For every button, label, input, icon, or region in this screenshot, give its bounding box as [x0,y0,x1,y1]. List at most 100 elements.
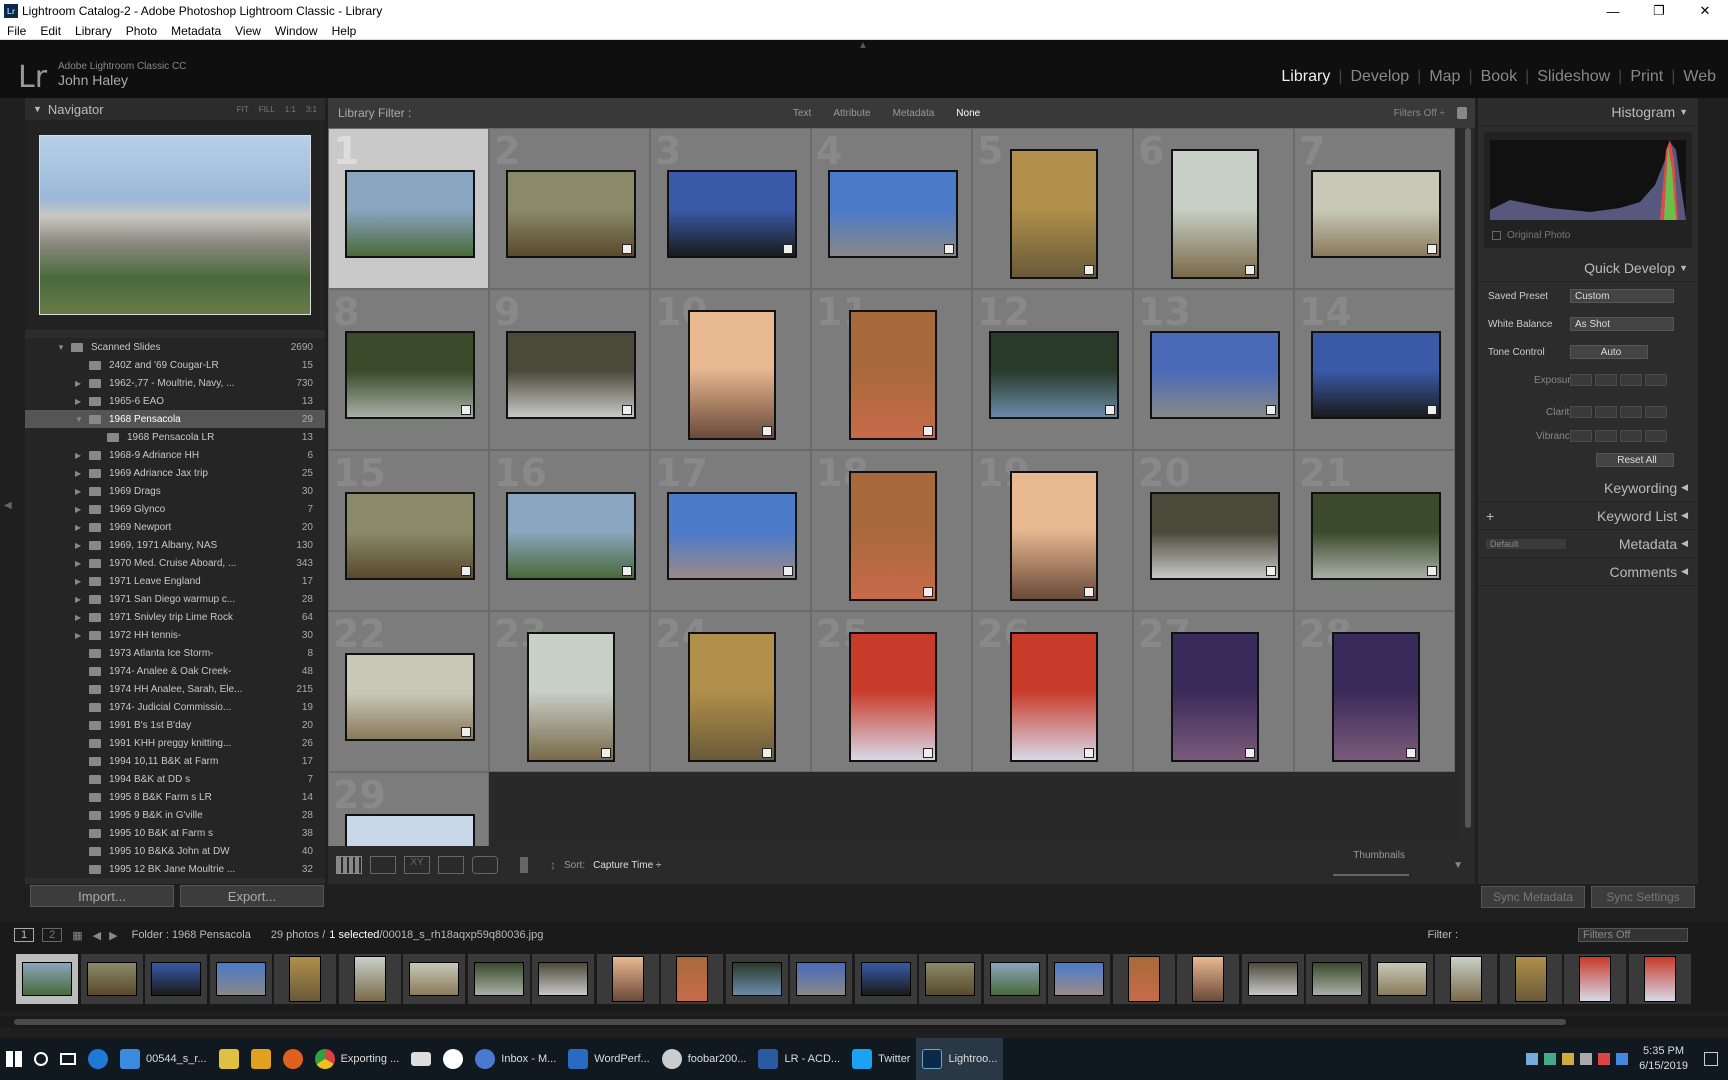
search-button[interactable] [28,1038,54,1080]
edited-badge-icon[interactable] [1083,586,1094,597]
folder-item[interactable]: ▶ 1969 Glynco 7 [25,500,325,518]
edited-badge-icon[interactable] [1244,264,1255,275]
folder-item[interactable]: ▶ 1969 Drags 30 [25,482,325,500]
photo-thumbnail[interactable] [988,330,1119,419]
photo-thumbnail[interactable] [666,491,797,580]
sync-metadata-button[interactable]: Sync Metadata [1481,886,1585,908]
forward-arrow-icon[interactable]: ▶ [109,929,117,942]
folder-item[interactable]: 1995 12 BK Jane Moultrie ... 32 [25,860,325,878]
folder-item[interactable]: ▼ Scanned Slides 2690 [25,338,325,356]
grid-cell[interactable]: 11 [811,289,972,450]
disclosure-triangle-icon[interactable]: ▶ [75,595,85,604]
grid-cell[interactable]: 27 [1133,611,1294,772]
quick-develop-header[interactable]: Quick Develop ▼ [1478,254,1698,282]
folder-item[interactable]: 1995 10 B&K& John at DW 40 [25,842,325,860]
keyword-list-header[interactable]: + Keyword List ◀ [1478,502,1698,530]
app-button[interactable] [437,1038,469,1080]
photo-thumbnail[interactable] [344,491,475,580]
menu-edit[interactable]: Edit [33,24,68,38]
tray-icon[interactable] [1598,1053,1610,1065]
menu-help[interactable]: Help [325,24,364,38]
grid-cell[interactable]: 14 [1294,289,1455,450]
menu-library[interactable]: Library [68,24,119,38]
module-library[interactable]: Library [1273,68,1338,86]
edited-badge-icon[interactable] [1405,747,1416,758]
folder-item[interactable]: ▶ 1968-9 Adriance HH 6 [25,446,325,464]
folder-item[interactable]: 1995 8 B&K Farm s LR 14 [25,788,325,806]
edited-badge-icon[interactable] [460,726,471,737]
menu-photo[interactable]: Photo [119,24,164,38]
folder-item[interactable]: 1974- Judicial Commissio... 19 [25,698,325,716]
edge-button[interactable] [82,1038,114,1080]
histogram-header[interactable]: Histogram ▼ [1478,98,1698,126]
edited-badge-icon[interactable] [761,747,772,758]
filter-tab-none[interactable]: None [956,108,980,119]
filmstrip-thumbnail[interactable] [596,954,659,1004]
minimize-button[interactable]: — [1590,0,1636,22]
edited-badge-icon[interactable] [1426,243,1437,254]
filmstrip-thumbnail[interactable] [1048,954,1110,1004]
grid-cell[interactable]: 17 [650,450,811,611]
grid-cell[interactable]: 18 [811,450,972,611]
people-view-icon[interactable] [472,856,498,874]
photo-thumbnail[interactable] [526,631,615,762]
edited-badge-icon[interactable] [621,404,632,415]
grid-cell[interactable]: 22 [328,611,489,772]
folder-item[interactable]: 1991 B's 1st B'day 20 [25,716,325,734]
filmstrip-thumbnail[interactable] [338,954,401,1004]
edited-badge-icon[interactable] [922,586,933,597]
compare-view-icon[interactable]: XY [404,856,430,874]
filmstrip-thumbnail[interactable] [1435,954,1497,1004]
filmstrip-thumbnail[interactable] [532,954,594,1004]
folder-item[interactable]: 1995 10 B&K at Farm s 38 [25,824,325,842]
edited-badge-icon[interactable] [1426,565,1437,576]
grid-cell[interactable]: 6 [1133,128,1294,289]
white-balance-select[interactable]: As Shot [1570,317,1674,331]
photo-thumbnail[interactable] [505,330,636,419]
filmstrip-thumbnail[interactable] [80,954,143,1004]
photo-thumbnail[interactable] [1310,491,1441,580]
exposure-buttons[interactable] [1570,374,1667,386]
filmstrip-thumbnail[interactable] [919,954,981,1004]
folder-item[interactable]: 1995 9 B&K in G'ville 28 [25,806,325,824]
clarity-buttons[interactable] [1570,406,1667,418]
comments-header[interactable]: Comments ◀ [1478,558,1698,586]
import-button[interactable]: Import... [30,885,174,907]
photo-thumbnail[interactable] [344,813,475,846]
original-photo-checkbox[interactable]: Original Photo [1492,230,1570,241]
grid-scrollbar[interactable] [1461,128,1475,846]
window-2-button[interactable]: 2 [42,928,63,942]
folder-item[interactable]: ▶ 1971 Leave England 17 [25,572,325,590]
module-develop[interactable]: Develop [1342,68,1417,86]
photo-thumbnail[interactable] [827,169,958,258]
grid-cell[interactable]: 12 [972,289,1133,450]
taskbar-clock[interactable]: 5:35 PM 6/15/2019 [1639,1044,1688,1074]
photo-thumbnail[interactable] [1009,470,1098,601]
menu-window[interactable]: Window [268,24,325,38]
folder-item[interactable]: ▶ 1962-,77 - Moultrie, Navy, ... 730 [25,374,325,392]
menu-metadata[interactable]: Metadata [164,24,228,38]
menu-file[interactable]: File [0,24,33,38]
left-panel-collapse-icon[interactable]: ◀ [4,500,12,511]
edited-badge-icon[interactable] [761,425,772,436]
photo-thumbnail[interactable] [505,169,636,258]
photo-thumbnail[interactable] [687,631,776,762]
export-button[interactable]: Export... [180,885,324,907]
grid-mini-icon[interactable]: ▦ [72,929,82,942]
edited-badge-icon[interactable] [922,425,933,436]
grid-cell[interactable]: 8 [328,289,489,450]
collapse-top-arrow-icon[interactable]: ▲ [858,40,868,51]
vibrance-buttons[interactable] [1570,430,1667,442]
disclosure-triangle-icon[interactable]: ▶ [75,379,85,388]
folder-item[interactable]: 1968 Pensacola LR 13 [25,428,325,446]
folder-item[interactable]: 240Z and '69 Cougar-LR 15 [25,356,325,374]
folder-item[interactable]: 1994 10,11 B&K at Farm 17 [25,752,325,770]
filmstrip-thumbnail[interactable] [790,954,852,1004]
photo-thumbnail[interactable] [1331,631,1420,762]
filter-tab-text[interactable]: Text [793,108,811,119]
folder-item[interactable]: 1991 KHH preggy knitting... 26 [25,734,325,752]
edited-badge-icon[interactable] [460,404,471,415]
disclosure-triangle-icon[interactable]: ▶ [75,505,85,514]
grid-cell[interactable]: 4 [811,128,972,289]
filmstrip-thumbnail[interactable] [274,954,336,1004]
